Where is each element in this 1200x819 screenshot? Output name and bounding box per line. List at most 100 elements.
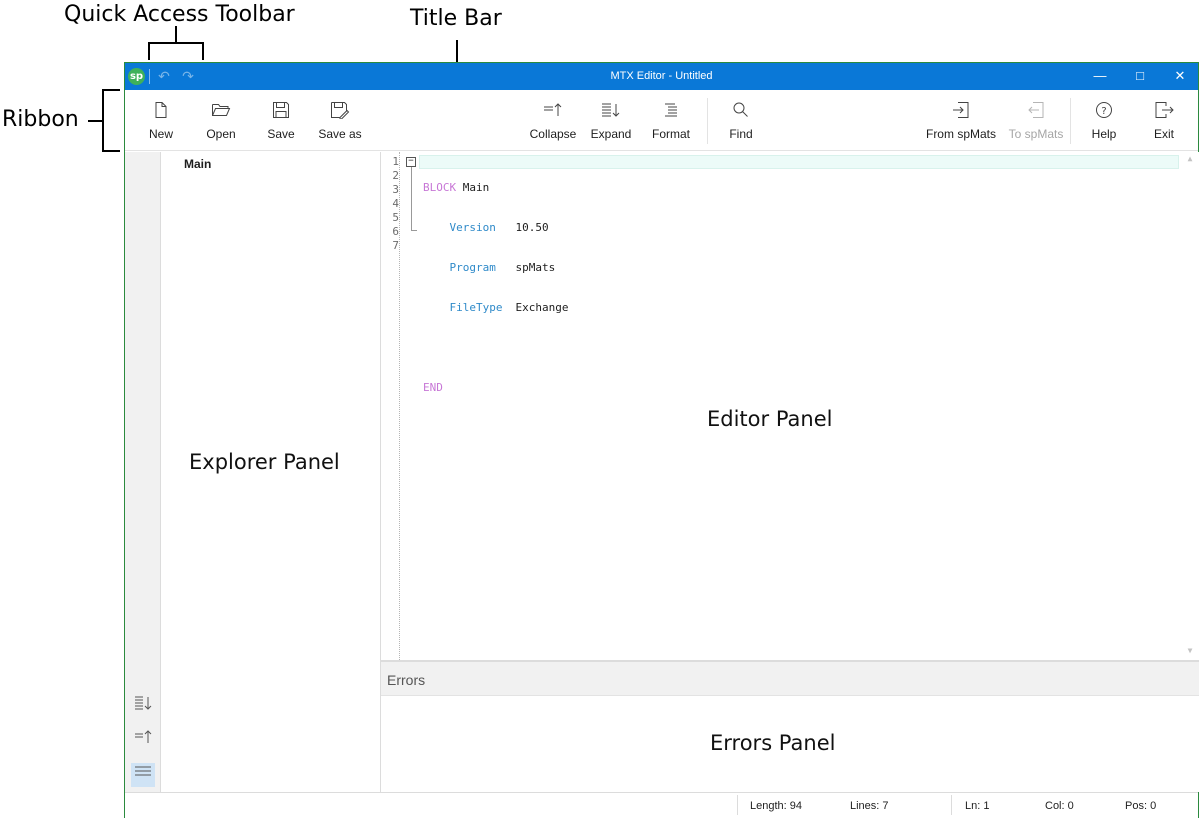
maximize-button[interactable]: □ <box>1120 63 1160 90</box>
status-length: Length: 94 <box>750 800 802 812</box>
left-toolstrip <box>125 152 161 792</box>
line-number: 3 <box>392 183 399 196</box>
new-button[interactable]: New <box>137 90 185 151</box>
to-spmats-button[interactable]: To spMats <box>1003 90 1069 151</box>
collapse-button-label: Collapse <box>529 127 577 141</box>
property-name: Version <box>449 221 496 234</box>
annotation-quick-access-toolbar: Quick Access Toolbar <box>64 2 295 27</box>
collapse-button[interactable]: Collapse <box>525 90 581 151</box>
new-file-icon <box>137 101 185 123</box>
find-button[interactable]: Find <box>719 90 763 151</box>
help-icon: ? <box>1083 101 1125 123</box>
expand-button[interactable]: Expand <box>586 90 636 151</box>
save-as-button-label: Save as <box>318 127 362 141</box>
status-column: Col: 0 <box>1045 800 1074 812</box>
property-name: Program <box>449 261 496 274</box>
explorer-root-item[interactable]: Main <box>184 157 211 171</box>
help-button-label: Help <box>1091 127 1117 141</box>
help-button[interactable]: ? Help <box>1083 90 1125 151</box>
annotation-quick-access-bracket <box>148 42 204 60</box>
line-number: 6 <box>392 225 399 238</box>
save-button-label: Save <box>267 127 295 141</box>
close-button[interactable]: ✕ <box>1160 63 1200 90</box>
annotation-editor-panel: Editor Panel <box>707 407 833 431</box>
annotation-errors-panel: Errors Panel <box>710 731 836 755</box>
svg-text:?: ? <box>1101 106 1106 117</box>
open-button-label: Open <box>206 127 236 141</box>
keyword: END <box>423 381 443 394</box>
save-as-icon <box>313 101 367 123</box>
new-button-label: New <box>148 127 173 141</box>
window-title: MTX Editor - Untitled <box>610 70 713 82</box>
import-icon <box>925 101 997 123</box>
format-button-label: Format <box>651 127 690 141</box>
ribbon-separator <box>707 98 708 144</box>
exit-icon <box>1143 101 1185 123</box>
minimize-button[interactable]: — <box>1080 63 1120 90</box>
ribbon-separator <box>1070 98 1071 144</box>
scroll-up-icon[interactable]: ▲ <box>1185 154 1195 164</box>
fold-margin <box>399 152 400 660</box>
expand-button-label: Expand <box>590 127 632 141</box>
exit-button-label: Exit <box>1153 127 1174 141</box>
list-view-icon[interactable] <box>131 763 155 787</box>
status-bar: Length: 94 Lines: 7 Ln: 1 Col: 0 Pos: 0 <box>125 792 1198 818</box>
from-spmats-button[interactable]: From spMats <box>925 90 997 151</box>
collapse-all-icon[interactable] <box>131 729 155 753</box>
save-as-button[interactable]: Save as <box>313 90 367 151</box>
line-number-gutter: 1 2 3 4 5 6 7 <box>381 155 399 253</box>
annotation-ribbon-bracket <box>102 89 120 152</box>
fold-guide <box>411 167 412 230</box>
property-value: spMats <box>515 261 556 274</box>
line-number: 7 <box>392 239 399 252</box>
from-spmats-button-label: From spMats <box>925 127 996 141</box>
exit-button[interactable]: Exit <box>1143 90 1185 151</box>
save-button[interactable]: Save <box>257 90 305 151</box>
export-icon <box>1003 101 1069 123</box>
expand-icon <box>586 101 636 123</box>
annotation-quick-access-tick <box>175 26 177 42</box>
property-value: Exchange <box>515 301 569 314</box>
line-number: 2 <box>392 169 399 182</box>
code-line: FileType Exchange <box>423 301 569 315</box>
code-line: Version 10.50 <box>423 221 568 235</box>
save-icon <box>257 101 305 123</box>
editor-scrollbar[interactable]: ▲ ▼ <box>1181 152 1199 660</box>
annotation-ribbon-tick <box>88 120 102 122</box>
annotation-ribbon: Ribbon <box>2 107 79 132</box>
status-separator <box>951 795 952 815</box>
collapse-icon <box>525 101 581 123</box>
errors-header: Errors <box>381 660 1199 696</box>
property-name: FileType <box>449 301 503 314</box>
line-number: 4 <box>392 197 399 210</box>
annotation-title-bar: Title Bar <box>410 6 502 31</box>
status-lines: Lines: 7 <box>850 800 889 812</box>
code-line: Program spMats <box>423 261 568 275</box>
to-spmats-button-label: To spMats <box>1008 127 1064 141</box>
property-value: 10.50 <box>515 221 549 234</box>
folder-open-icon <box>197 101 245 123</box>
block-name: Main <box>462 181 490 194</box>
title-bar: sp ↶ ↷ MTX Editor - Untitled — □ ✕ <box>125 63 1198 90</box>
ribbon: New Open Save Save as Collapse Expand Fo… <box>125 90 1198 151</box>
status-line-number: Ln: 1 <box>965 800 990 812</box>
code-lines: BLOCK Main Version 10.50 Program spMats Fi… <box>423 155 568 461</box>
line-number: 5 <box>392 211 399 224</box>
expand-all-icon[interactable] <box>131 695 155 719</box>
open-button[interactable]: Open <box>197 90 245 151</box>
errors-title: Errors <box>387 672 426 688</box>
search-icon <box>719 101 763 123</box>
status-position: Pos: 0 <box>1125 800 1157 812</box>
format-icon <box>646 101 696 123</box>
annotation-explorer-panel: Explorer Panel <box>189 450 340 474</box>
fold-toggle-icon[interactable]: − <box>406 157 416 167</box>
line-number: 1 <box>392 155 399 168</box>
app-window: sp ↶ ↷ MTX Editor - Untitled — □ ✕ New O… <box>124 62 1199 818</box>
find-button-label: Find <box>729 127 753 141</box>
scroll-down-icon[interactable]: ▼ <box>1185 646 1195 656</box>
fold-guide-end <box>411 230 417 231</box>
format-button[interactable]: Format <box>646 90 696 151</box>
editor-panel[interactable]: 1 2 3 4 5 6 7 − BLOCK Main Version 10.50 … <box>381 152 1199 660</box>
